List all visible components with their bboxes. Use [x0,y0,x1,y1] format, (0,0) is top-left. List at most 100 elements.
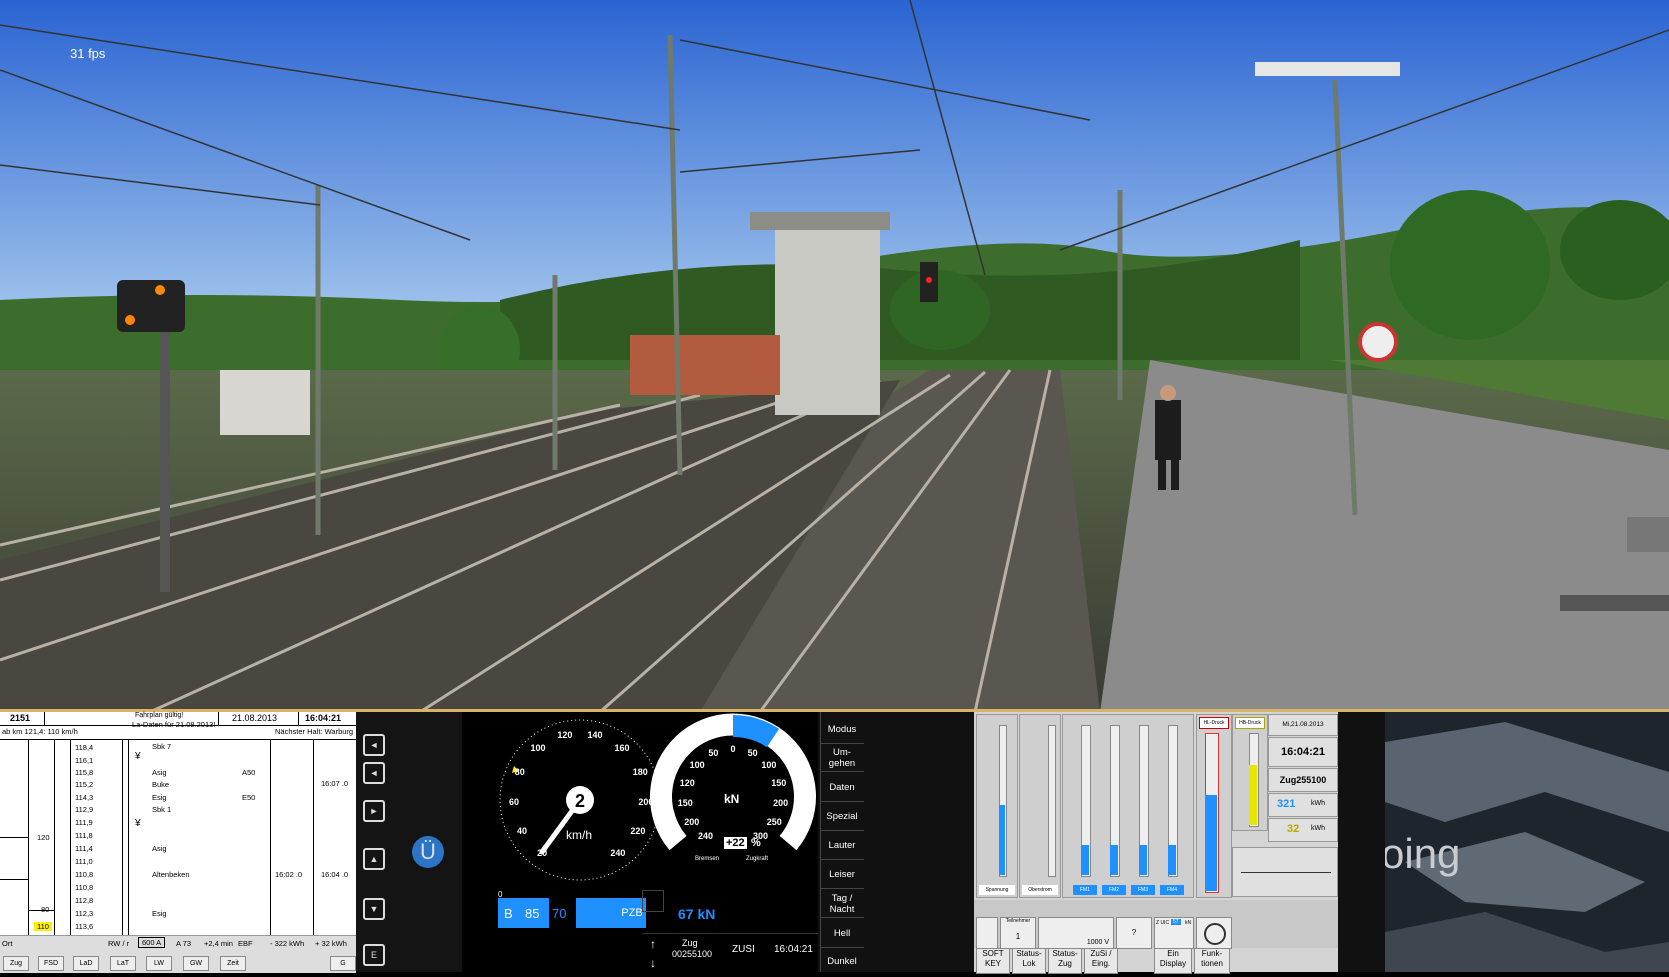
menu-umgehen[interactable]: Um- gehen [820,744,864,772]
kwh-recovered: 32 [1287,823,1300,835]
force-tick-4: 100 [689,760,705,771]
speed-tick-2: 60 [509,796,520,807]
force-tick-0: 240 [697,831,713,842]
speed-tick-4: 100 [530,743,546,754]
connector-icon[interactable] [1196,917,1232,949]
softkey-1[interactable]: ◄ [363,734,385,756]
ein-display-button[interactable]: Ein Display [1154,948,1192,974]
mfa-time: 16:04:21 [774,944,813,955]
force-tick-11: 250 [766,816,782,827]
force-tick-8: 100 [761,760,777,771]
menu-hell[interactable]: Hell [820,920,864,948]
hb-druck-gauge: HB-Druck [1232,714,1268,831]
ebula-date: 21.08.2013 [232,713,278,723]
speed-120: 120 [37,833,50,842]
diagnostics-panel: Spannung Oberstrom FM1 FM2 FM3 FM4 HL-Dr… [974,712,1338,974]
diag-time: 16:04:21 [1268,737,1338,767]
force-tick-12: 300 [753,831,769,842]
fps-counter: 31 fps [70,46,106,61]
railway-scene [0,0,1669,712]
softkey-6[interactable]: E [363,944,385,966]
speed-tick-5: 120 [557,729,573,740]
status-zug-button[interactable]: Status- Zug [1048,948,1082,974]
v-target-70: 70 [552,906,567,921]
menu-tag-nacht[interactable]: Tag / Nacht [820,890,864,918]
speed-tick-1: 40 [517,825,528,836]
v-max-85: 85 [525,906,540,921]
force-tick-10: 200 [773,797,789,808]
override-indicator: Ü [412,836,444,868]
brake-scale [1232,847,1338,897]
speed-limit-text: ab km 121,4: 110 km/h [2,727,78,736]
status-grid: 0 B 85 70 PZB 67 kN Zug 00255100 ZUSI 16… [462,890,818,972]
zugkraft-label: Zugkraft [746,856,769,862]
overlay-text: oing [1385,830,1461,877]
speed-tick-6: 140 [587,729,603,740]
speed-tick-zero: 0 [542,844,548,854]
ebula-header: 2151 Fahrplan gültig! La-Daten für 21.08… [0,712,356,740]
menu-modus[interactable]: Modus [820,716,864,744]
lat-button[interactable]: LaT [110,956,136,971]
next-stop-text: Nächster Halt: Warburg [275,727,354,736]
speed-tick-8: 180 [632,767,648,778]
bremsen-label: Bremsen [695,856,720,862]
brake-mode: B [504,906,513,921]
force-value: +22 [724,837,747,849]
force-readout: 67 kN [678,906,716,922]
softkey-5[interactable]: ▼ [363,898,385,920]
teilnehmer-button-left[interactable] [976,917,998,949]
teilnehmer-box: Teilnehmer 1 [1000,917,1036,949]
mfa-display: 2 km/h kN +22 % Bremsen Zugkraft 0 B 85 … [462,712,818,972]
hl-druck-gauge: HL-Druck [1196,714,1232,898]
funktionen-button[interactable]: Funk- tionen [1194,948,1230,974]
down-arrow-icon[interactable]: ↓ [650,956,656,970]
force-tick-1: 200 [684,816,700,827]
zug-number: 00255100 [672,949,713,959]
speed-110: 110 [34,922,52,931]
softkey-3[interactable]: ► [363,800,385,822]
train-number: 2151 [10,713,31,723]
ebula-timetable: 2151 Fahrplan gültig! La-Daten für 21.08… [0,712,356,973]
zusi-eing-button[interactable]: ZuSi / Eing. [1084,948,1118,974]
status-lok-button[interactable]: Status- Lok [1012,948,1046,974]
menu-spezial[interactable]: Spezial [820,803,864,831]
voltage-readout: 1000 V [1086,939,1109,946]
speed-tick-7: 160 [614,743,630,754]
zeit-button[interactable]: Zeit [220,956,246,971]
speed-80: 80 [41,905,50,914]
ebula-footer: Ort RW / r 600 A A 73 +2,4 min EBF - 322… [0,935,356,973]
menu-leiser[interactable]: Leiser [820,861,864,889]
zug-button[interactable]: Zug [3,956,29,971]
oberstrom-gauge: Oberstrom [1019,714,1061,898]
up-arrow-icon[interactable]: ↑ [650,937,656,951]
softkey-button[interactable]: SOFT KEY [976,948,1010,974]
force-tick-2: 150 [677,797,693,808]
speed-unit: km/h [566,828,593,842]
force-tick-7: 50 [747,748,758,759]
softkey-column: ◄ ◄ ► ▲ ▼ E Ü [356,712,462,972]
current-speed: 2 [574,791,585,811]
lad-button[interactable]: LaD [73,956,99,971]
speed-tick-3: 80 [514,767,525,778]
kwh-consumed: 321 [1277,798,1296,810]
softkey-2[interactable]: ◄ [363,762,385,784]
zusi-label: ZUSI [732,944,755,955]
spannung-gauge: Spannung [976,714,1018,898]
gw-button[interactable]: GW [183,956,209,971]
menu-lauter[interactable]: Lauter [820,832,864,860]
ebula-grid: 118,4 116,1 115,8 115,2 114,3 112,9 111,… [0,739,356,947]
menu-dunkel[interactable]: Dunkel [820,948,864,975]
menu-daten[interactable]: Daten [820,774,864,802]
force-tick-3: 120 [679,777,695,788]
speed-tick-9: 200 [638,796,654,807]
background-window: oing [1385,712,1669,972]
help-button[interactable]: ? [1116,917,1152,949]
softkey-4[interactable]: ▲ [363,848,385,870]
force-tick-9: 150 [771,777,787,788]
lw-button[interactable]: LW [146,956,172,971]
fm-gauges: FM1 FM2 FM3 FM4 [1062,714,1194,898]
diag-date: Mi,21.08.2013 [1268,714,1338,736]
g-button[interactable]: G [330,956,356,971]
fsd-button[interactable]: FSD [38,956,64,971]
diag-zug: Zug255100 [1268,768,1338,792]
